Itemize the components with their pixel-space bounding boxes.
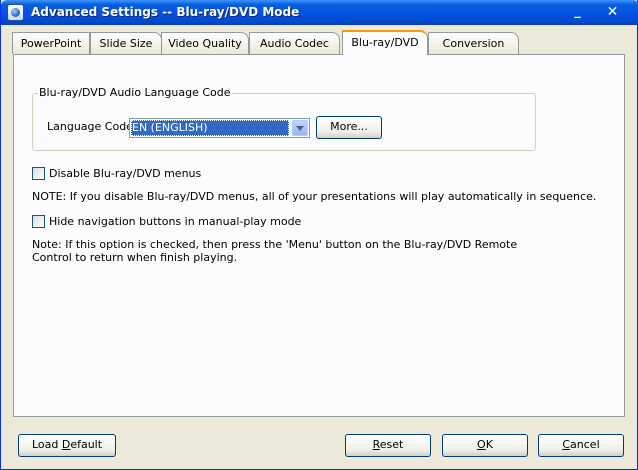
reset-button[interactable]: Reset: [345, 434, 431, 457]
tab-bluray-dvd[interactable]: Blu-ray/DVD: [342, 30, 428, 55]
disable-menus-label[interactable]: Disable Blu-ray/DVD menus: [49, 167, 201, 180]
hide-navigation-note: Note: If this option is checked, then pr…: [32, 238, 518, 264]
tab-panel-bluray-dvd: Blu-ray/DVD Audio Language Code Language…: [13, 54, 625, 417]
ok-button[interactable]: OK: [442, 434, 528, 457]
reset-mnemonic: R: [372, 438, 380, 451]
audio-language-group-title: Blu-ray/DVD Audio Language Code: [38, 86, 232, 99]
cancel-button[interactable]: Cancel: [538, 434, 624, 457]
hide-navigation-label[interactable]: Hide navigation buttons in manual-play m…: [49, 215, 301, 228]
app-icon: [7, 4, 24, 21]
disable-menus-note: NOTE: If you disable Blu-ray/DVD menus, …: [32, 190, 597, 203]
close-icon: ✕: [606, 4, 619, 20]
tab-powerpoint[interactable]: PowerPoint: [12, 32, 90, 54]
hide-navigation-checkbox[interactable]: [32, 215, 45, 228]
disable-menus-checkbox[interactable]: [32, 167, 45, 180]
ok-suffix: K: [485, 438, 493, 451]
window-title: Advanced Settings -- Blu-ray/DVD Mode: [31, 5, 300, 19]
tab-conversion[interactable]: Conversion: [428, 32, 519, 54]
cancel-mnemonic: C: [562, 438, 571, 451]
minimize-button[interactable]: _: [567, 2, 588, 23]
tab-video-quality[interactable]: Video Quality: [161, 32, 249, 54]
load-default-suffix: efault: [70, 438, 103, 451]
load-default-button[interactable]: Load Default: [18, 434, 116, 457]
language-code-dropdown[interactable]: EN (ENGLISH): [129, 118, 310, 138]
cancel-suffix: ancel: [570, 438, 600, 451]
advanced-settings-window: Advanced Settings -- Blu-ray/DVD Mode _ …: [0, 0, 638, 470]
tab-audio-codec[interactable]: Audio Codec: [249, 32, 340, 54]
tab-slide-size[interactable]: Slide Size: [90, 32, 162, 54]
more-languages-button[interactable]: More...: [316, 116, 382, 139]
reset-suffix: eset: [379, 438, 404, 451]
chevron-down-icon[interactable]: [292, 120, 308, 136]
title-bar[interactable]: Advanced Settings -- Blu-ray/DVD Mode _ …: [1, 0, 638, 25]
language-code-value: EN (ENGLISH): [131, 120, 289, 136]
ok-mnemonic: O: [477, 438, 486, 451]
load-default-prefix: Load: [31, 438, 62, 451]
language-code-label: Language Code:: [47, 120, 137, 133]
close-button[interactable]: ✕: [602, 2, 623, 23]
minimize-icon: _: [574, 4, 581, 19]
